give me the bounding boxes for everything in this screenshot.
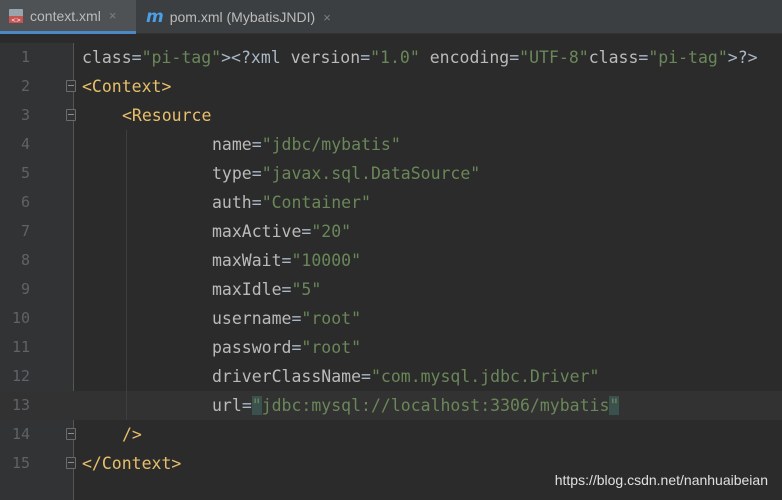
line-number: 5 bbox=[20, 164, 30, 182]
line-number: 9 bbox=[20, 280, 30, 298]
line-number: 15 bbox=[11, 454, 30, 472]
svg-text:<>: <> bbox=[11, 17, 21, 24]
code-line[interactable]: 13 url="jdbc:mysql://localhost:3306/mybat… bbox=[0, 391, 782, 420]
fold-marker-icon[interactable] bbox=[66, 109, 76, 121]
code-line[interactable]: 9 maxIdle="5" bbox=[0, 275, 782, 304]
xml-file-icon: <> bbox=[8, 8, 24, 24]
line-number: 1 bbox=[20, 48, 30, 66]
code-text: driverClassName="com.mysql.jdbc.Driver" bbox=[212, 367, 600, 386]
code-line[interactable]: 6 auth="Container" bbox=[0, 188, 782, 217]
code-text: <Context> bbox=[82, 77, 172, 96]
code-text: url="jdbc:mysql://localhost:3306/mybatis… bbox=[212, 396, 620, 415]
code-line[interactable]: 2 <Context> bbox=[0, 72, 782, 101]
code-text: </Context> bbox=[82, 454, 182, 473]
code-text: /> bbox=[122, 425, 142, 444]
editor-tab-bar: <> context.xml × m pom.xml (MybatisJNDI)… bbox=[0, 0, 782, 34]
code-line[interactable]: 14 /> bbox=[0, 420, 782, 449]
code-text: username="root" bbox=[212, 309, 362, 328]
line-number: 14 bbox=[11, 425, 30, 443]
code-line[interactable]: 12 driverClassName="com.mysql.jdbc.Driver… bbox=[0, 362, 782, 391]
fold-marker-icon[interactable] bbox=[66, 457, 76, 469]
line-number: 8 bbox=[20, 251, 30, 269]
code-line[interactable]: 10 username="root" bbox=[0, 304, 782, 333]
indent-guide bbox=[126, 130, 127, 420]
tab-label: context.xml bbox=[30, 7, 101, 24]
line-number: 2 bbox=[20, 77, 30, 95]
code-text: type="javax.sql.DataSource" bbox=[212, 164, 481, 183]
code-text: maxActive="20" bbox=[212, 222, 352, 241]
code-text: password="root" bbox=[212, 338, 362, 357]
line-number: 13 bbox=[11, 396, 30, 414]
code-line[interactable]: 1 class="pi-tag"><?xml version="1.0" enco… bbox=[0, 43, 782, 72]
code-line[interactable]: 5 type="javax.sql.DataSource" bbox=[0, 159, 782, 188]
fold-marker-icon[interactable] bbox=[66, 80, 76, 92]
line-number: 3 bbox=[20, 106, 30, 124]
code-text: auth="Container" bbox=[212, 193, 371, 212]
line-number: 6 bbox=[20, 193, 30, 211]
code-text: name="jdbc/mybatis" bbox=[212, 135, 401, 154]
close-icon[interactable]: × bbox=[109, 8, 117, 23]
code-text: <Resource bbox=[122, 106, 212, 125]
code-line[interactable]: 11 password="root" bbox=[0, 333, 782, 362]
close-icon[interactable]: × bbox=[323, 10, 331, 25]
code-text: maxWait="10000" bbox=[212, 251, 362, 270]
watermark: https://blog.csdn.net/nanhuaibeian bbox=[554, 472, 768, 488]
line-number: 11 bbox=[11, 338, 30, 356]
tab-context-xml[interactable]: <> context.xml × bbox=[0, 0, 136, 34]
code-text: maxIdle="5" bbox=[212, 280, 322, 299]
line-number: 7 bbox=[20, 222, 30, 240]
fold-marker-icon[interactable] bbox=[66, 428, 76, 440]
code-text: class="pi-tag"><?xml version="1.0" encod… bbox=[82, 48, 758, 67]
code-line[interactable]: 4 name="jdbc/mybatis" bbox=[0, 130, 782, 159]
tab-pom-xml[interactable]: m pom.xml (MybatisJNDI) × bbox=[136, 0, 358, 34]
line-number: 4 bbox=[20, 135, 30, 153]
code-editor[interactable]: 1 class="pi-tag"><?xml version="1.0" enco… bbox=[0, 43, 782, 500]
code-line[interactable]: 7 maxActive="20" bbox=[0, 217, 782, 246]
maven-icon: m bbox=[146, 7, 164, 27]
line-number: 10 bbox=[11, 309, 30, 327]
tab-label: pom.xml (MybatisJNDI) bbox=[169, 9, 316, 25]
line-number: 12 bbox=[11, 367, 30, 385]
code-line[interactable]: 3 <Resource bbox=[0, 101, 782, 130]
code-line[interactable]: 8 maxWait="10000" bbox=[0, 246, 782, 275]
